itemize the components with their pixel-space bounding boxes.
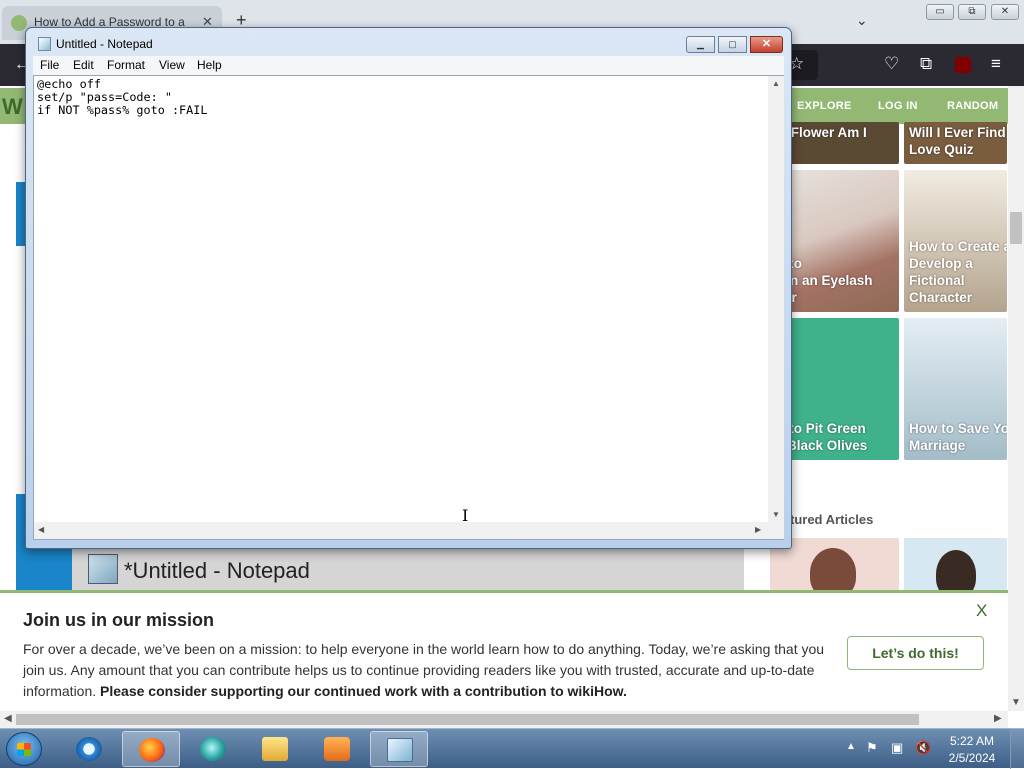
show-desktop-button[interactable]	[1010, 729, 1024, 769]
notepad-minimize-button[interactable]: ▁	[686, 36, 715, 53]
tile-label: Will I Ever Find Love Quiz	[909, 125, 1006, 157]
video-caption: *Untitled - Notepad	[124, 558, 310, 583]
taskbar-internet-explorer[interactable]	[60, 731, 118, 767]
notepad-icon	[88, 554, 118, 584]
ublock-shield-icon[interactable]	[955, 57, 971, 73]
notepad-horizontal-scrollbar[interactable]: ◀ ▶	[34, 522, 768, 539]
taskbar-file-explorer[interactable]	[246, 731, 304, 767]
related-article-tile[interactable]: How to Save Yo Marriage	[904, 318, 1007, 460]
notepad-maximize-button[interactable]: ▢	[718, 36, 747, 53]
menu-view[interactable]: View	[159, 58, 185, 72]
taskbar-messenger[interactable]	[184, 731, 242, 767]
menu-format[interactable]: Format	[107, 58, 145, 72]
nav-explore[interactable]: EXPLORE	[797, 100, 852, 112]
notepad-menubar: File Edit Format View Help	[33, 56, 784, 75]
taskbar-firefox[interactable]	[122, 731, 180, 767]
scroll-down-arrow-icon[interactable]: ▼	[772, 510, 780, 519]
browser-restore-button[interactable]: ⧉	[958, 4, 986, 20]
folder-icon	[262, 737, 288, 761]
tile-label: w to Pit Green d Black Olives	[775, 421, 868, 453]
taskbar: ▲ ⚑ ▣ 🔇 5:22 AM 2/5/2024	[0, 728, 1024, 769]
donate-cta-button[interactable]: Let’s do this!	[847, 636, 984, 670]
clock-time[interactable]: 5:22 AM	[942, 734, 1002, 748]
tile-label: w toean an Eyelashrler	[775, 256, 873, 305]
scroll-right-arrow-icon[interactable]: ▶	[755, 525, 761, 534]
notepad-vertical-scrollbar[interactable]: ▲ ▼	[768, 76, 784, 522]
media-player-icon	[324, 737, 350, 761]
featured-article-image[interactable]	[904, 538, 1007, 598]
notepad-content[interactable]: @echo off set/p "pass=Code: " if NOT %pa…	[37, 78, 207, 117]
site-logo[interactable]: W	[2, 94, 23, 120]
tile-label: How to Save Yo Marriage	[909, 421, 1007, 453]
hamburger-menu-icon[interactable]: ≡	[991, 54, 1001, 74]
tile-label: How to Create a Develop a Fictional Charact…	[909, 239, 1007, 305]
network-icon[interactable]: ▣	[891, 740, 903, 756]
related-article-tile[interactable]: How to Create a Develop a Fictional Charact…	[904, 170, 1007, 312]
scroll-up-arrow-icon[interactable]: ▲	[772, 79, 780, 88]
menu-file[interactable]: File	[40, 58, 59, 72]
notepad-icon	[38, 37, 51, 51]
notepad-close-button[interactable]: ✕	[750, 36, 783, 53]
action-center-flag-icon[interactable]: ⚑	[866, 740, 878, 756]
related-article-tile[interactable]: Will I Ever Find Love Quiz	[904, 122, 1007, 164]
wikihow-favicon-icon	[11, 15, 27, 31]
page-vertical-scrollbar[interactable]	[1008, 86, 1024, 711]
clock-date[interactable]: 2/5/2024	[942, 751, 1002, 765]
pocket-icon[interactable]: ♡	[884, 54, 899, 74]
extensions-puzzle-icon[interactable]: ⧉	[920, 54, 932, 74]
browser-minimize-button[interactable]: ▭	[926, 4, 954, 20]
browser-close-button[interactable]: ✕	[991, 4, 1019, 20]
volume-muted-icon[interactable]: 🔇	[915, 740, 931, 756]
firefox-icon	[139, 738, 165, 762]
text-cursor-icon: I	[462, 506, 469, 525]
scroll-right-arrow-icon[interactable]: ▶	[994, 713, 1002, 724]
scroll-left-arrow-icon[interactable]: ◀	[4, 713, 12, 724]
menu-help[interactable]: Help	[197, 58, 222, 72]
resize-grip[interactable]	[768, 522, 784, 539]
notepad-text-area[interactable]: @echo off set/p "pass=Code: " if NOT %pa…	[33, 75, 784, 540]
nav-random[interactable]: RANDOM	[947, 100, 998, 112]
video-caption-strip: *Untitled - Notepad	[72, 546, 744, 596]
banner-title: Join us in our mission	[23, 610, 215, 630]
featured-articles-heading: tured Articles	[790, 512, 874, 527]
banner-text: For over a decade, we’ve been on a missi…	[23, 641, 825, 699]
tile-label: at Flower Am Iiz	[775, 125, 867, 157]
page-vertical-scroll-thumb[interactable]	[1010, 212, 1022, 244]
banner-bold-text: Please consider supporting our continued…	[100, 683, 627, 699]
taskbar-notepad[interactable]	[370, 731, 428, 767]
page-horizontal-scroll-thumb[interactable]	[16, 714, 919, 725]
tab-list-chevron-icon[interactable]: ⌄	[856, 12, 868, 29]
windows-logo-icon	[17, 743, 31, 756]
start-button[interactable]	[6, 732, 42, 766]
notepad-window: Untitled - Notepad ▁ ▢ ✕ File Edit Forma…	[25, 27, 792, 549]
nav-login[interactable]: LOG IN	[878, 100, 918, 112]
taskbar-media-player[interactable]	[308, 731, 366, 767]
notepad-icon	[387, 738, 413, 762]
internet-explorer-icon	[76, 737, 102, 761]
banner-close-button[interactable]: X	[976, 601, 987, 621]
scroll-down-arrow-icon[interactable]: ▼	[1011, 697, 1021, 708]
chat-app-icon	[200, 737, 226, 761]
tray-expand-icon[interactable]: ▲	[846, 741, 856, 752]
mission-banner: Join us in our mission For over a decade…	[0, 590, 1008, 711]
menu-edit[interactable]: Edit	[73, 58, 94, 72]
scroll-left-arrow-icon[interactable]: ◀	[38, 525, 44, 534]
notepad-title: Untitled - Notepad	[56, 37, 153, 51]
